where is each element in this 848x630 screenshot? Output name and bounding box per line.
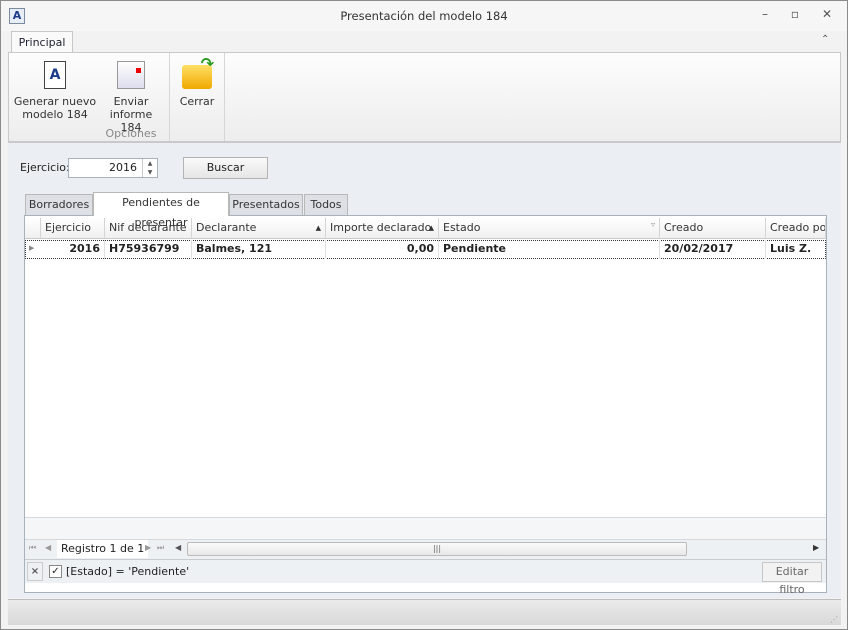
row-indicator-header [25,218,41,239]
tab-pendientes[interactable]: Pendientes de presentar [93,192,229,229]
sort-asc-icon: ▲ [315,224,321,232]
cerrar-button[interactable]: ↷ Cerrar [173,56,221,109]
cell-creado-por: Luis Z. [770,242,812,255]
tab-todos[interactable]: Todos [304,194,348,215]
prev-record-icon[interactable]: ◀ [45,543,51,552]
column-header-creado[interactable]: Creado [660,218,766,239]
filter-panel: × ✓ [Estado] = 'Pendiente' Editar filtro [25,559,826,596]
horizontal-scrollbar-thumb[interactable]: ||| [187,542,687,556]
generar-nuevo-button[interactable]: A Generar nuevo modelo 184 [13,57,97,121]
close-button[interactable]: ✕ [817,7,837,25]
ejercicio-spinner[interactable]: 2016 ▲ ▼ [68,158,158,178]
window: A Presentación del modelo 184 – ▫ ✕ Prin… [0,0,848,630]
ribbon: A Generar nuevo modelo 184 Enviar inform… [8,52,841,142]
window-title: Presentación del modelo 184 [340,9,508,23]
clear-filter-button[interactable]: × [27,562,43,581]
scroll-left-icon[interactable]: ◀ [175,543,181,552]
cell-nif: H75936799 [105,240,192,259]
scroll-right-icon[interactable]: ▶ [813,543,819,552]
edit-filter-button[interactable]: Editar filtro [762,562,822,596]
data-grid: Ejercicio Nif declarante Declarante▲ Imp… [24,215,827,596]
cell-ejercicio: 2016 [41,240,105,259]
send-report-icon [117,61,145,89]
cell-estado: Pendiente [439,240,660,259]
column-header-declarante[interactable]: Declarante ▲ [192,218,326,239]
column-header-importe[interactable]: Importe declarado ▲ [326,218,439,239]
resize-grip-icon[interactable]: ⋰ [830,615,838,624]
column-header-creado-por[interactable]: Creado por [766,218,826,239]
record-counter: Registro 1 de 1 [57,540,149,558]
buscar-button[interactable]: Buscar [183,157,268,179]
enviar-informe-button[interactable]: Enviar informe 184 [99,57,163,134]
sort-asc-icon: ▲ [428,224,434,232]
ribbon-tab-principal[interactable]: Principal [11,31,73,53]
navigator-bar: ⏮ ◀ Registro 1 de 1 ▶ ⏭ ◀ ||| ▶ [25,539,826,559]
minimize-button[interactable]: – [755,7,775,25]
status-bar: ⋰ [8,599,841,625]
separator [224,53,225,141]
tab-presentados[interactable]: Presentados [229,194,303,215]
folder-exit-icon: ↷ [182,56,214,89]
filter-expression[interactable]: [Estado] = 'Pendiente' [66,565,189,578]
footer-row [25,517,826,539]
cell-creado: 20/02/2017 [660,240,766,259]
next-record-icon[interactable]: ▶ [145,543,151,552]
separator [169,53,170,141]
collapse-ribbon-icon[interactable]: ⌃ [821,34,829,45]
ejercicio-value: 2016 [109,161,137,174]
cell-declarante: Balmes, 121 [192,240,326,259]
document-icon: A [44,61,66,89]
tab-borradores[interactable]: Borradores [25,194,93,215]
column-header-estado[interactable]: Estado ▿ [439,218,660,239]
filter-icon[interactable]: ▿ [651,218,655,235]
cell-importe: 0,00 [326,240,439,259]
last-record-icon[interactable]: ⏭ [157,543,164,553]
ejercicio-label: Ejercicio: [20,161,70,174]
title-bar: A Presentación del modelo 184 – ▫ ✕ [1,1,847,31]
column-header-ejercicio[interactable]: Ejercicio [41,218,105,239]
row-indicator-icon: ▶ [29,244,35,252]
filter-enabled-checkbox[interactable]: ✓ [49,565,62,578]
group-label-opciones: Opciones [105,127,157,140]
spin-buttons[interactable]: ▲ ▼ [142,159,157,177]
first-record-icon[interactable]: ⏮ [29,543,36,553]
maximize-button[interactable]: ▫ [785,7,805,25]
